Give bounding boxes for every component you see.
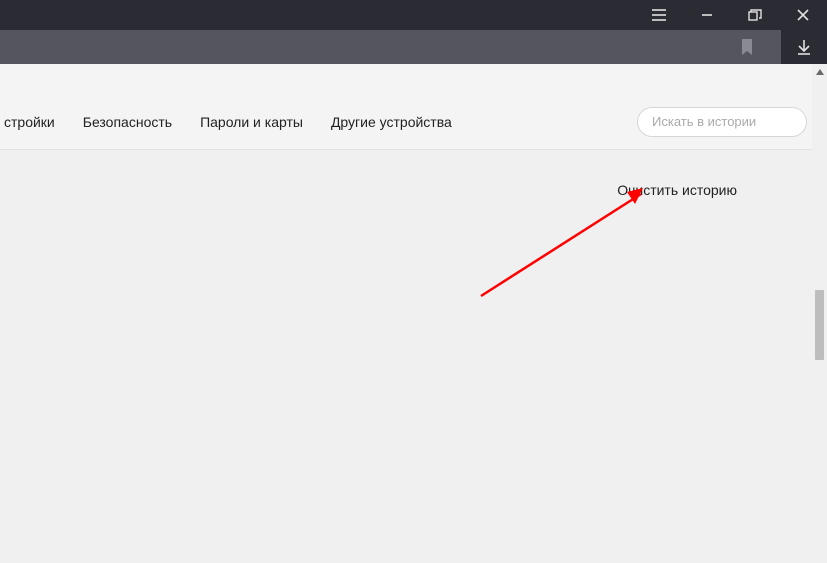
minimize-button[interactable] — [683, 0, 731, 30]
menu-button[interactable] — [635, 0, 683, 30]
chevron-up-icon — [816, 69, 824, 75]
download-icon — [796, 39, 812, 55]
settings-nav: стройки Безопасность Пароли и карты Друг… — [0, 94, 827, 150]
close-button[interactable] — [779, 0, 827, 30]
nav-item-security[interactable]: Безопасность — [83, 114, 172, 130]
vertical-scrollbar[interactable] — [812, 64, 827, 563]
nav-item-settings[interactable]: стройки — [0, 114, 55, 130]
restore-button[interactable] — [731, 0, 779, 30]
history-search-input[interactable] — [652, 114, 792, 129]
bookmark-icon — [741, 39, 753, 55]
window-titlebar — [0, 0, 827, 30]
nav-item-other-devices[interactable]: Другие устройства — [331, 114, 452, 130]
nav-item-passwords[interactable]: Пароли и карты — [200, 114, 303, 130]
downloads-button[interactable] — [781, 30, 827, 64]
bookmark-button[interactable] — [727, 30, 767, 64]
annotation-arrow — [475, 182, 655, 302]
content-area: Очистить историю — [0, 150, 827, 563]
scroll-thumb[interactable] — [815, 290, 824, 360]
minimize-icon — [701, 9, 713, 21]
scroll-up-button[interactable] — [812, 64, 827, 80]
toolbar-gap — [0, 64, 827, 94]
browser-toolbar — [0, 30, 827, 64]
hamburger-icon — [652, 9, 666, 21]
history-search[interactable] — [637, 107, 807, 137]
clear-history-link[interactable]: Очистить историю — [617, 182, 737, 198]
close-icon — [797, 9, 809, 21]
restore-icon — [748, 9, 762, 21]
